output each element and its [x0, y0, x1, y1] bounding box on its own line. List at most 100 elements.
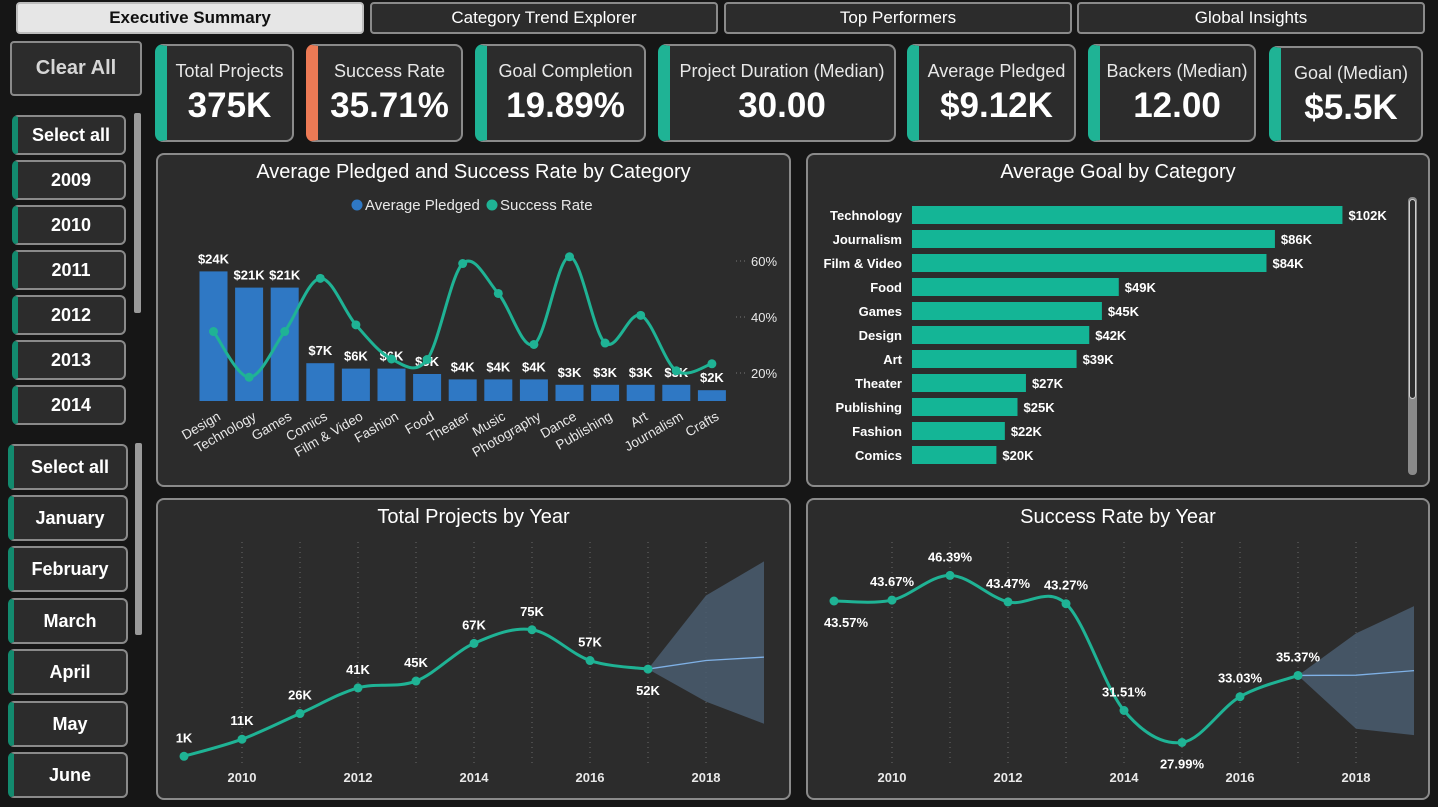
bar-data-label: $45K	[1108, 304, 1140, 319]
goal-bar-publishing	[912, 398, 1018, 416]
success-rate-point	[529, 339, 539, 349]
kpi-goal-completion: Goal Completion 19.89%	[475, 44, 646, 142]
data-label: 46.39%	[928, 549, 973, 564]
data-point	[829, 596, 839, 606]
bar-data-label: $21K	[269, 268, 301, 283]
year-item-2014[interactable]: 2014	[12, 385, 126, 425]
bar-data-label: $3K	[629, 365, 653, 380]
data-label: 57K	[578, 635, 602, 650]
data-point	[1061, 599, 1071, 609]
month-slicer: Select all January February March April …	[8, 443, 148, 805]
data-label: 27.99%	[1160, 756, 1205, 771]
goal-bar-food	[912, 278, 1119, 296]
month-select-all[interactable]: Select all	[8, 444, 128, 490]
chart-average-goal: Technology $102K Journalism $86K Film & Vide…	[824, 206, 1387, 464]
data-point	[353, 683, 363, 693]
kpi-value: 375K	[187, 86, 272, 125]
kpi-total-projects: Total Projects 375K	[155, 44, 294, 142]
x-tick-label: 2014	[460, 770, 490, 785]
chart-panel-pledged-success: Average Pledged and Success Rate by Cate…	[156, 153, 791, 487]
clear-all-button[interactable]: Clear All	[10, 41, 142, 96]
month-slicer-scrollbar[interactable]	[135, 443, 142, 635]
data-label: 1K	[176, 730, 193, 745]
bar-data-label: $7K	[308, 343, 332, 358]
month-item-june[interactable]: June	[8, 752, 128, 798]
kpi-label: Success Rate	[333, 61, 446, 81]
month-item-april[interactable]: April	[8, 649, 128, 695]
data-point	[585, 656, 595, 666]
x-tick-label: 2010	[878, 770, 907, 785]
tab-global-insights[interactable]: Global Insights	[1077, 2, 1425, 34]
year-item-2011[interactable]: 2011	[12, 250, 126, 290]
year-item-2010[interactable]: 2010	[12, 205, 126, 245]
tab-executive-summary[interactable]: Executive Summary	[16, 2, 364, 34]
kpi-value: 19.89%	[506, 86, 625, 125]
success-rate-point	[707, 359, 717, 369]
data-label: 75K	[520, 604, 544, 619]
data-label: 43.57%	[824, 615, 869, 630]
x-tick-label: 2016	[1226, 770, 1255, 785]
month-item-march[interactable]: March	[8, 598, 128, 644]
data-point	[887, 595, 897, 605]
bar-data-label: $4K	[451, 359, 475, 374]
category-tick-label: Comics	[855, 448, 902, 463]
category-tick-label: Design	[859, 328, 902, 343]
data-point	[945, 570, 955, 580]
x-tick-label: 2016	[576, 770, 605, 785]
year-item-2013[interactable]: 2013	[12, 340, 126, 380]
goal-bar-film-video	[912, 254, 1267, 272]
month-item-january[interactable]: January	[8, 495, 128, 541]
x-tick-label: 2018	[1342, 770, 1371, 785]
category-tick-label: Crafts	[683, 408, 722, 439]
success-rate-point	[636, 310, 646, 320]
success-rate-point	[387, 354, 396, 364]
goal-bar-comics	[912, 446, 997, 464]
category-tick-label: Fashion	[852, 424, 902, 439]
year-item-2009[interactable]: 2009	[12, 160, 126, 200]
bar-design	[199, 271, 228, 401]
goal-bar-design	[912, 326, 1090, 344]
bar-data-label: $24K	[198, 251, 230, 266]
kpi-average-pledged: Average Pledged $9.12K	[907, 44, 1076, 142]
success-rate-point	[351, 320, 361, 330]
data-label: 41K	[346, 662, 370, 677]
axis-tick-label: 40%	[751, 310, 777, 325]
bar-data-label: $3K	[593, 365, 617, 380]
category-tick-label: Publishing	[836, 400, 903, 415]
data-label: 11K	[230, 713, 254, 728]
tab-top-performers[interactable]: Top Performers	[724, 2, 1072, 34]
chart-projects-by-year: 2010 2012 2014 2016 2018 1K 11K 26K 41K 45K 67K 75K…	[176, 542, 765, 785]
year-slicer-scrollbar[interactable]	[134, 113, 141, 313]
data-point	[469, 638, 479, 648]
chart-scrollbar-thumb[interactable]	[1409, 199, 1416, 399]
bar-data-label: $27K	[1032, 376, 1064, 391]
bar-data-label: $86K	[1281, 232, 1313, 247]
success-rate-point	[493, 288, 503, 298]
data-point	[1003, 597, 1013, 607]
year-item-2012[interactable]: 2012	[12, 295, 126, 335]
data-point	[295, 709, 305, 719]
data-point	[1293, 670, 1303, 680]
bar-data-label: $84K	[1272, 256, 1304, 271]
data-point	[527, 625, 537, 635]
chart-panel-projects-by-year: Total Projects by Year 2010 2012 2014 2016 2…	[156, 498, 791, 800]
tab-category-trend-explorer[interactable]: Category Trend Explorer	[370, 2, 718, 34]
bar-art	[626, 384, 655, 401]
x-tick-label: 2014	[1110, 770, 1140, 785]
legend-marker-success	[486, 199, 498, 211]
goal-bar-games	[912, 302, 1102, 320]
x-tick-label: 2018	[692, 770, 721, 785]
data-point	[1235, 692, 1245, 702]
data-point	[1177, 737, 1187, 747]
month-item-february[interactable]: February	[8, 546, 128, 592]
axis-tick-label: 20%	[751, 366, 777, 381]
month-item-may[interactable]: May	[8, 701, 128, 747]
success-rate-point	[244, 372, 254, 382]
legend-label-pledged: Average Pledged	[365, 197, 480, 214]
year-select-all[interactable]: Select all	[12, 115, 126, 155]
kpi-value: $5.5K	[1304, 88, 1398, 127]
data-label: 35.37%	[1276, 649, 1321, 664]
bar-photography	[519, 379, 548, 401]
success-rate-point	[422, 355, 432, 365]
axis-tick-label: 60%	[751, 254, 777, 269]
